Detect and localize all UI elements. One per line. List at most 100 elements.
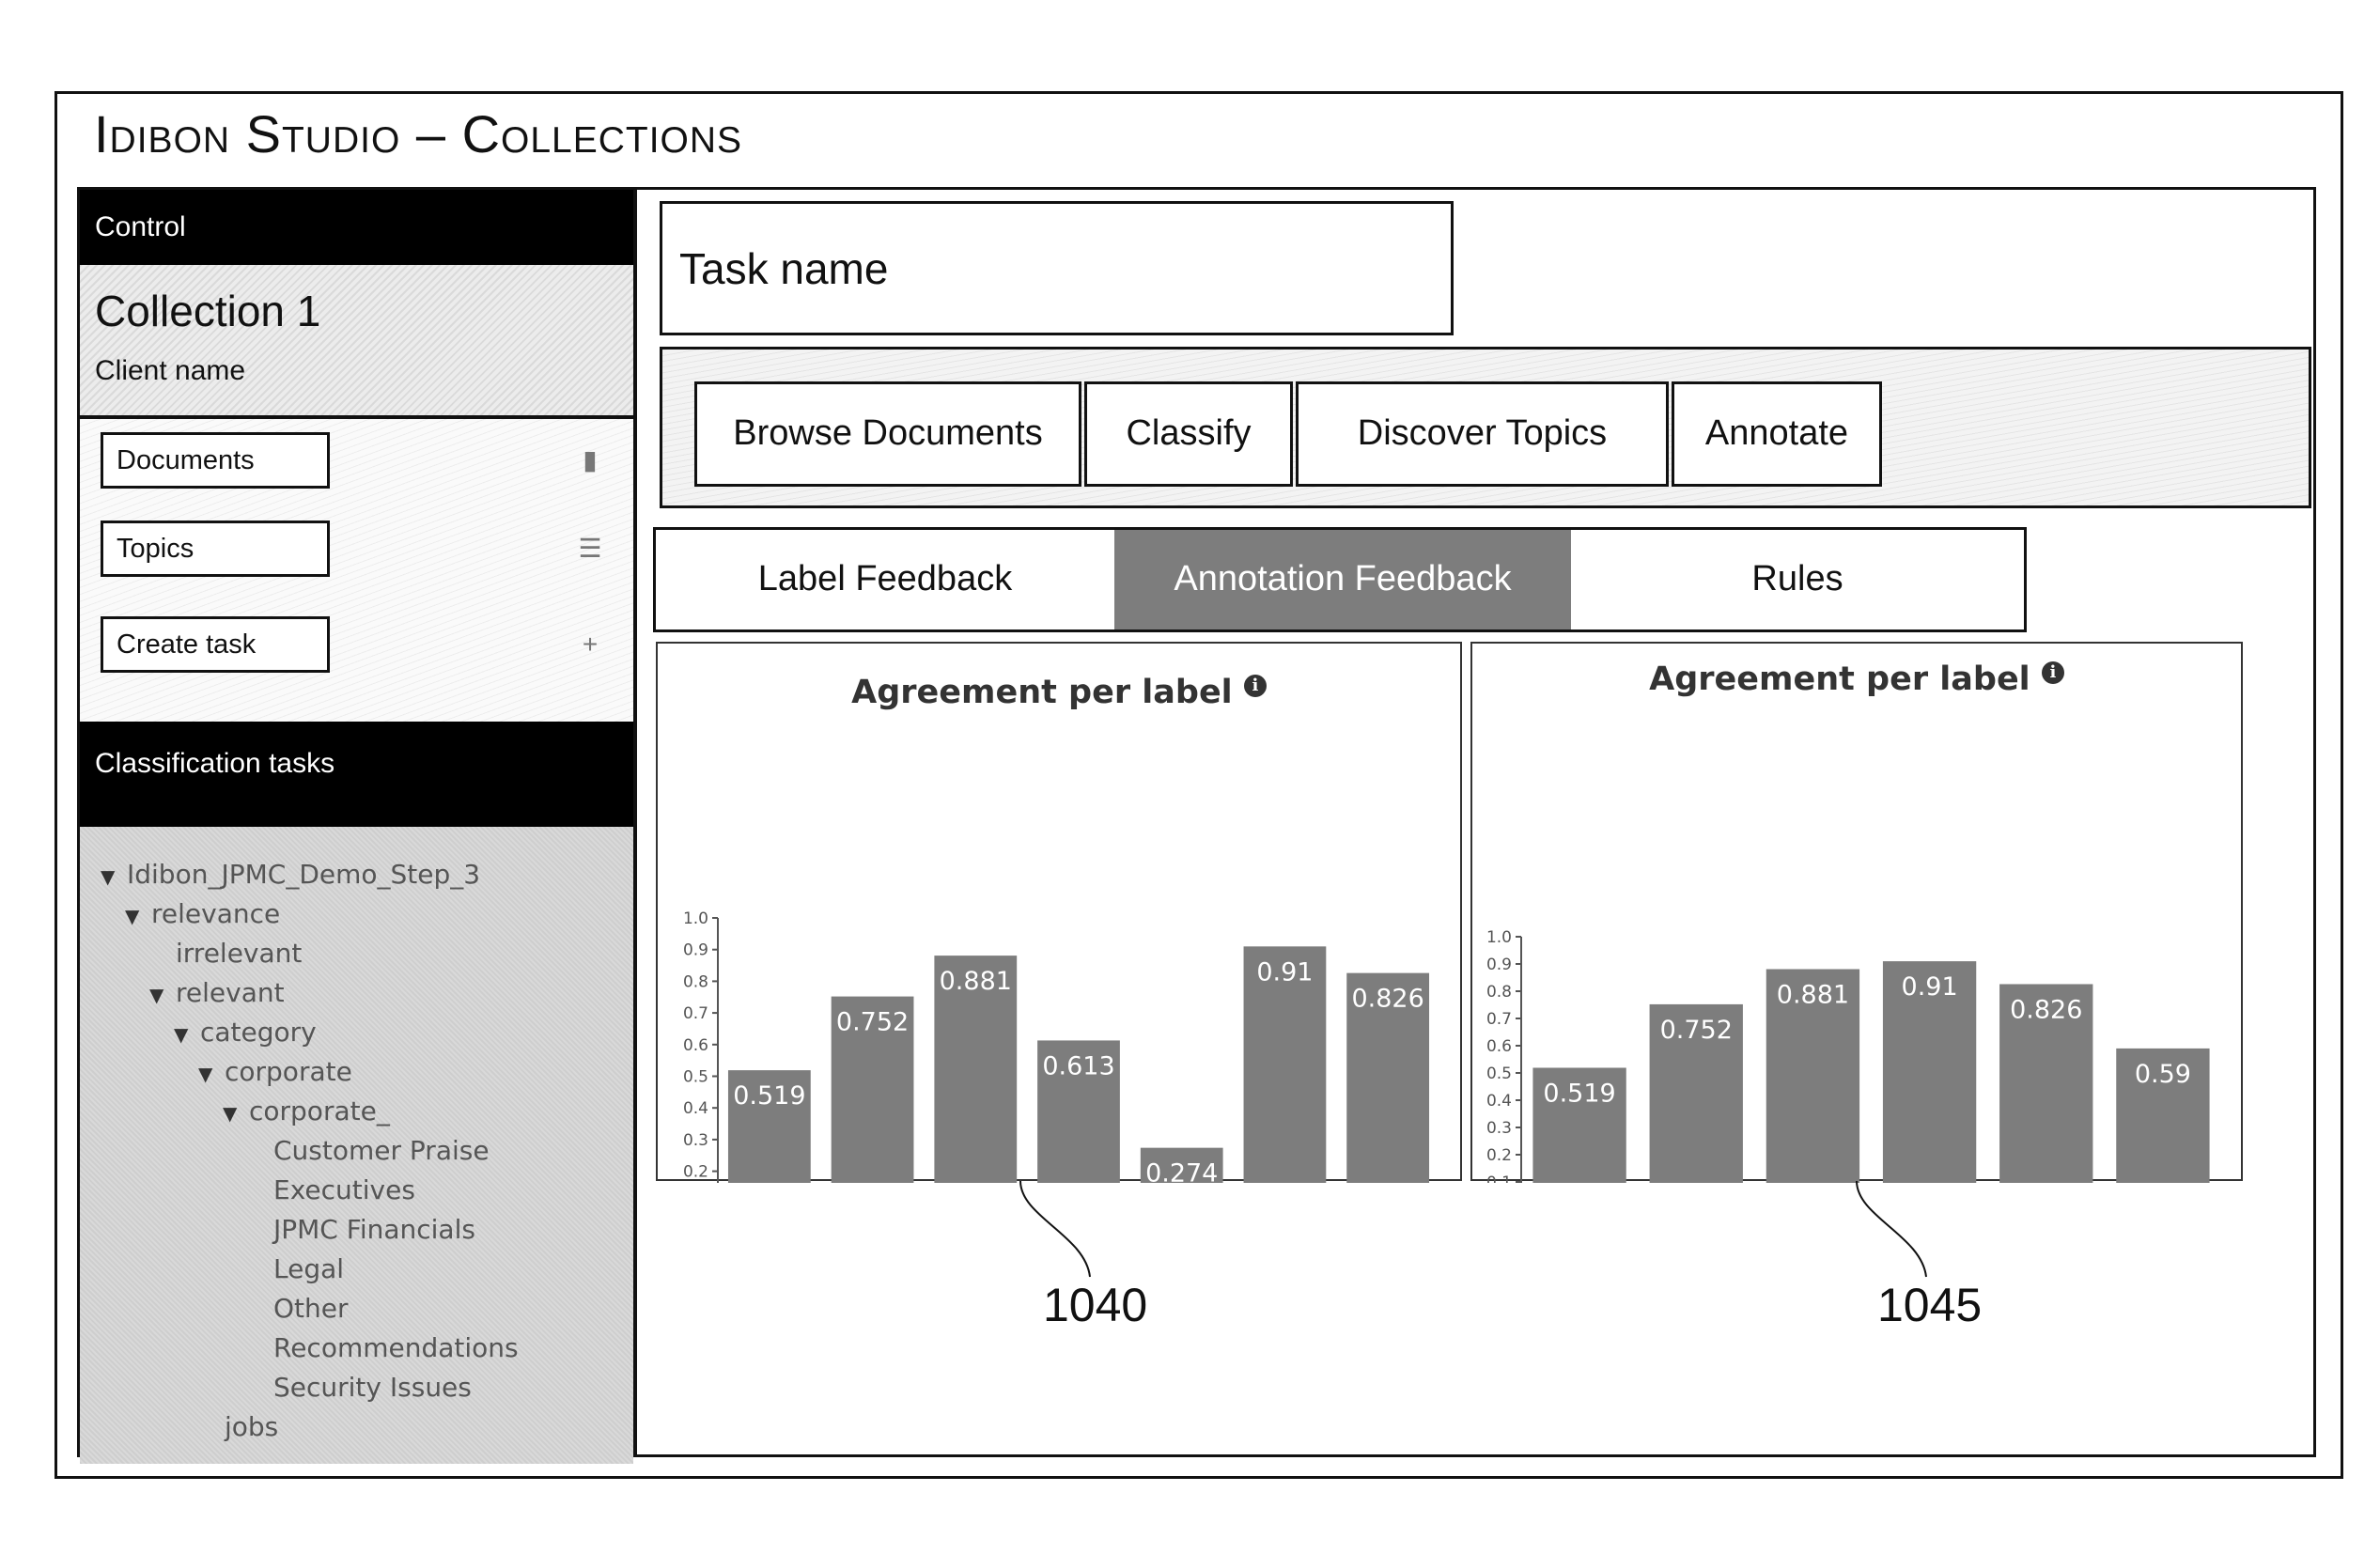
expand-triangle-icon[interactable]: ▼ — [149, 975, 176, 1015]
agreement-chart-1045: Agreement per label i 0.00.10.20.30.40.5… — [1470, 642, 2243, 1183]
list-icon[interactable]: ☰ — [578, 536, 602, 562]
callout-line-1040 — [1019, 1180, 1091, 1278]
tree-item[interactable]: jobs — [80, 1407, 633, 1447]
document-icon[interactable]: ▮ — [578, 447, 602, 474]
y-tick-label: 0.4 — [683, 1099, 708, 1118]
y-tick-label: 1.0 — [1486, 928, 1512, 947]
y-tick-label: 0.9 — [683, 941, 708, 960]
y-tick-label: 0.4 — [1486, 1092, 1512, 1111]
tree-item-label: corporate_ — [249, 1096, 390, 1127]
tree-item[interactable]: irrelevant — [80, 934, 633, 973]
tree-item-label: category — [200, 1017, 317, 1048]
bar-value-label: 0.274 — [1145, 1159, 1218, 1183]
tree-item[interactable]: ▼ corporate — [80, 1052, 633, 1092]
browse-documents-button[interactable]: Browse Documents — [694, 381, 1081, 487]
y-tick-label: 0.2 — [1486, 1146, 1512, 1165]
y-tick-label: 0.2 — [683, 1163, 708, 1182]
tree-item-label: Security Issues — [273, 1372, 472, 1403]
tree-item-label: corporate — [225, 1056, 352, 1087]
tree-item-label: irrelevant — [176, 938, 303, 969]
tree-item[interactable]: Other — [80, 1289, 633, 1329]
documents-button[interactable]: Documents — [101, 432, 330, 489]
tree-item-label: relevant — [176, 977, 285, 1008]
bar-value-label: 0.826 — [2010, 995, 2082, 1024]
tree-item-label: Other — [273, 1293, 349, 1324]
bar-chart-svg: 0.00.10.20.30.40.50.60.70.80.91.00.519Cu… — [683, 909, 1430, 1183]
tree-item[interactable]: ▼ corporate_ — [80, 1092, 633, 1131]
tree-item-label: jobs — [225, 1411, 279, 1442]
bar-value-label: 0.881 — [940, 967, 1012, 996]
y-tick-label: 0.5 — [683, 1068, 708, 1087]
bar-value-label: 0.91 — [1256, 957, 1313, 987]
y-tick-label: 0.7 — [683, 1004, 708, 1023]
tree-item[interactable]: ▼ Idibon_JPMC_Demo_Step_3 — [80, 855, 633, 894]
create-task-button[interactable]: Create task — [101, 616, 330, 673]
y-tick-label: 0.5 — [1486, 1064, 1512, 1083]
tree-item[interactable]: Recommendations — [80, 1329, 633, 1368]
bar-chart-svg: 0.00.10.20.30.40.50.60.70.80.91.00.519Cu… — [1486, 928, 2210, 1183]
feedback-tabs: Label Feedback Annotation Feedback Rules — [653, 527, 2027, 632]
plus-icon[interactable]: + — [578, 631, 602, 658]
y-tick-label: 1.0 — [683, 909, 708, 928]
bar-value-label: 0.752 — [1660, 1016, 1733, 1045]
sidebar: Control Collection 1 Client name Documen… — [77, 187, 636, 1464]
bar-value-label: 0.752 — [836, 1008, 909, 1037]
expand-triangle-icon[interactable]: ▼ — [125, 896, 151, 936]
tab-rules[interactable]: Rules — [1571, 530, 2024, 629]
tree-item-label: Idibon_JPMC_Demo_Step_3 — [127, 859, 481, 890]
tree-item[interactable]: Executives — [80, 1171, 633, 1210]
discover-topics-button[interactable]: Discover Topics — [1296, 381, 1669, 487]
bar-value-label: 0.613 — [1042, 1051, 1114, 1080]
tree-item-label: Legal — [273, 1253, 345, 1284]
topics-button[interactable]: Topics — [101, 521, 330, 577]
tab-label-feedback[interactable]: Label Feedback — [656, 530, 1114, 629]
bar-value-label: 0.826 — [1351, 985, 1423, 1014]
tree-item[interactable]: ▼ category — [80, 1013, 633, 1052]
classification-tasks-header: Classification tasks — [80, 722, 633, 827]
expand-triangle-icon[interactable]: ▼ — [223, 1094, 249, 1133]
agreement-chart-1040: Agreement per label i 0.00.10.20.30.40.5… — [656, 642, 1462, 1183]
bar-value-label: 0.881 — [1777, 981, 1849, 1010]
client-name: Client name — [95, 355, 246, 386]
tree-item-label: Customer Praise — [273, 1135, 490, 1166]
callout-line-1045 — [1856, 1180, 1927, 1278]
reference-numeral-1040: 1040 — [1043, 1279, 1148, 1331]
annotate-button[interactable]: Annotate — [1672, 381, 1882, 487]
bar-value-label: 0.519 — [733, 1081, 805, 1111]
y-tick-label: 0.7 — [1486, 1010, 1512, 1029]
bar-value-label: 0.91 — [1902, 972, 1958, 1002]
control-header: Control — [80, 190, 633, 265]
y-tick-label: 0.8 — [683, 972, 708, 991]
reference-numeral-1045: 1045 — [1877, 1279, 1983, 1331]
bar-value-label: 0.59 — [2135, 1060, 2191, 1089]
tree-item[interactable]: Customer Praise — [80, 1131, 633, 1171]
tree-item-label: Executives — [273, 1174, 415, 1205]
sidebar-actions: Documents ▮ Topics ☰ Create task + — [80, 419, 633, 722]
collection-name: Collection 1 — [95, 287, 321, 335]
tree-item-label: JPMC Financials — [273, 1214, 475, 1245]
task-tree: ▼ Idibon_JPMC_Demo_Step_3 ▼ relevance irrele… — [80, 827, 633, 1464]
y-tick-label: 0.3 — [683, 1131, 708, 1150]
classify-button[interactable]: Classify — [1084, 381, 1293, 487]
y-tick-label: 0.3 — [1486, 1119, 1512, 1138]
y-tick-label: 0.1 — [1486, 1173, 1512, 1183]
tree-item-label: Recommendations — [273, 1332, 519, 1363]
collection-card[interactable]: Collection 1 Client name — [80, 265, 633, 419]
y-tick-label: 0.9 — [1486, 956, 1512, 974]
tree-item[interactable]: Legal — [80, 1250, 633, 1289]
tree-item[interactable]: Security Issues — [80, 1368, 633, 1407]
y-tick-label: 0.6 — [683, 1036, 708, 1055]
y-tick-label: 0.8 — [1486, 983, 1512, 1002]
expand-triangle-icon[interactable]: ▼ — [174, 1015, 200, 1054]
task-name-field[interactable]: Task name — [660, 201, 1454, 335]
bar-value-label: 0.519 — [1543, 1079, 1615, 1108]
tree-item[interactable]: JPMC Financials — [80, 1210, 633, 1250]
tree-item[interactable]: ▼ relevance — [80, 894, 633, 934]
app-title: Idibon Studio – Collections — [94, 104, 743, 163]
y-tick-label: 0.6 — [1486, 1037, 1512, 1056]
expand-triangle-icon[interactable]: ▼ — [101, 857, 127, 896]
tab-annotation-feedback[interactable]: Annotation Feedback — [1114, 530, 1571, 629]
tree-item[interactable]: ▼ relevant — [80, 973, 633, 1013]
tree-item-label: relevance — [151, 898, 281, 929]
expand-triangle-icon[interactable]: ▼ — [198, 1054, 225, 1094]
